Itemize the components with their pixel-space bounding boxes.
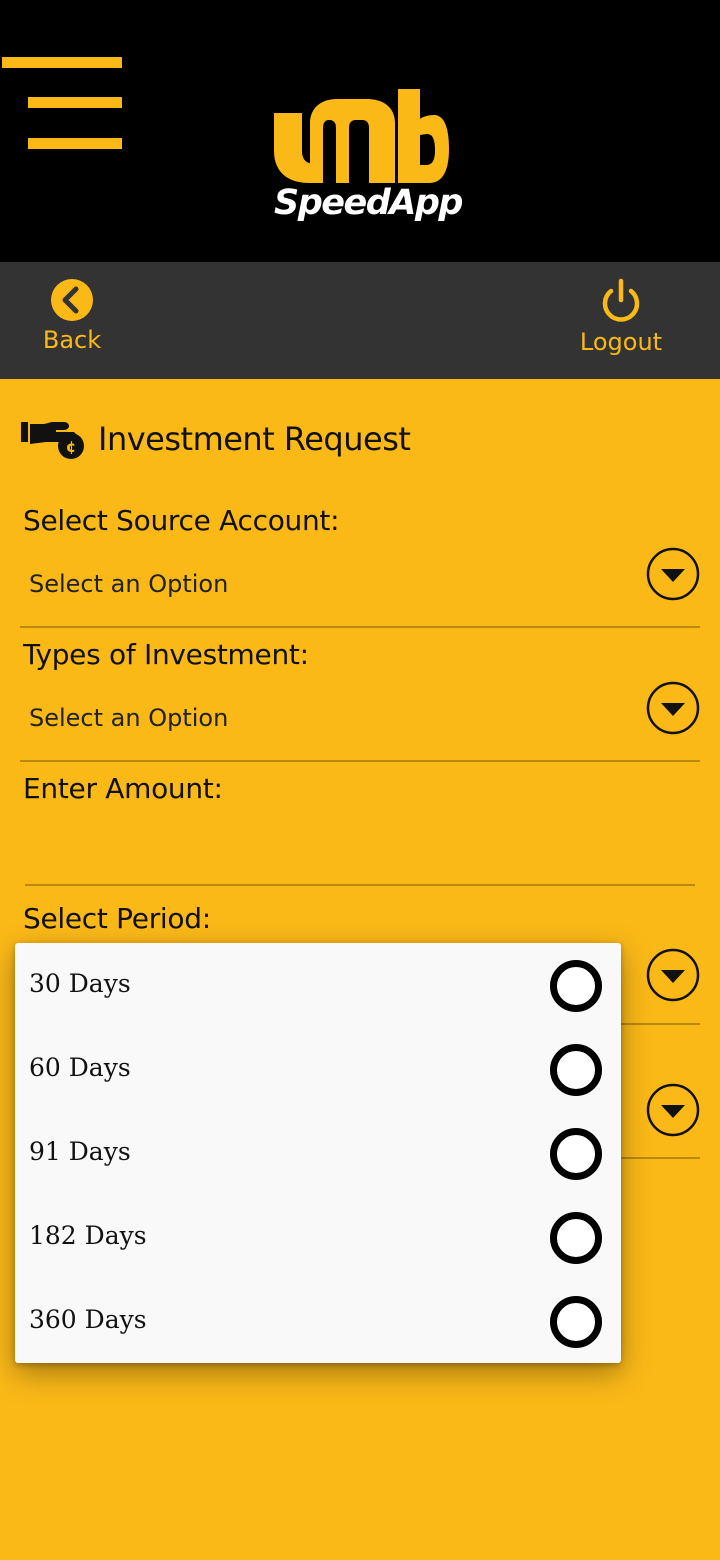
hamburger-menu-line bbox=[28, 138, 122, 149]
period-option-label: 30 Days bbox=[29, 969, 131, 998]
investment-type-label: Types of Investment: bbox=[23, 638, 309, 671]
period-picker-popup: 30 Days 60 Days 91 Days 182 Days 360 Day… bbox=[15, 943, 621, 1363]
chevron-down-circle-icon bbox=[646, 547, 700, 601]
hamburger-menu-line bbox=[28, 97, 122, 108]
hidden-field-underline bbox=[620, 1157, 700, 1159]
page-title: Investment Request bbox=[98, 420, 411, 458]
period-option[interactable]: 360 Days bbox=[15, 1279, 621, 1363]
page-title-row: ¢ Investment Request bbox=[20, 414, 700, 470]
logo-text: SpeedApp bbox=[274, 183, 464, 223]
investment-type-select[interactable]: Select an Option bbox=[20, 681, 700, 762]
period-option[interactable]: 60 Days bbox=[15, 1027, 621, 1111]
radio-button[interactable] bbox=[550, 1212, 602, 1264]
menu-button[interactable] bbox=[0, 52, 130, 152]
radio-button[interactable] bbox=[550, 1296, 602, 1348]
logout-label: Logout bbox=[579, 328, 663, 356]
source-account-select[interactable]: Select an Option bbox=[20, 547, 700, 628]
period-option-label: 360 Days bbox=[29, 1305, 147, 1334]
hand-coin-icon: ¢ bbox=[21, 422, 84, 459]
svg-text:¢: ¢ bbox=[66, 438, 76, 456]
logout-button[interactable]: Logout bbox=[566, 278, 676, 368]
investment-type-value: Select an Option bbox=[29, 704, 229, 732]
source-account-label: Select Source Account: bbox=[23, 504, 340, 537]
period-option[interactable]: 30 Days bbox=[15, 943, 621, 1027]
chevron-down-circle-icon[interactable] bbox=[646, 948, 700, 1002]
period-label: Select Period: bbox=[23, 902, 211, 935]
period-field-underline bbox=[620, 1023, 700, 1025]
app-header: SpeedApp bbox=[0, 0, 720, 262]
amount-input[interactable] bbox=[25, 820, 695, 886]
period-option[interactable]: 182 Days bbox=[15, 1195, 621, 1279]
chevron-down-circle-icon bbox=[646, 681, 700, 735]
nav-bar: Back Logout bbox=[0, 262, 720, 379]
source-account-value: Select an Option bbox=[29, 570, 229, 598]
radio-button[interactable] bbox=[550, 960, 602, 1012]
period-option-label: 182 Days bbox=[29, 1221, 147, 1250]
umb-logo-mark bbox=[274, 89, 449, 183]
app-logo: SpeedApp bbox=[270, 85, 464, 230]
radio-button[interactable] bbox=[550, 1128, 602, 1180]
chevron-down-circle-icon[interactable] bbox=[646, 1083, 700, 1137]
period-option-label: 60 Days bbox=[29, 1053, 131, 1082]
chevron-left-circle-icon bbox=[51, 279, 93, 321]
back-label: Back bbox=[42, 326, 102, 354]
period-option-label: 91 Days bbox=[29, 1137, 131, 1166]
amount-label: Enter Amount: bbox=[23, 772, 223, 805]
hamburger-menu-icon bbox=[2, 57, 122, 68]
power-icon bbox=[602, 278, 640, 322]
radio-button[interactable] bbox=[550, 1044, 602, 1096]
back-button[interactable]: Back bbox=[17, 278, 127, 368]
period-option[interactable]: 91 Days bbox=[15, 1111, 621, 1195]
